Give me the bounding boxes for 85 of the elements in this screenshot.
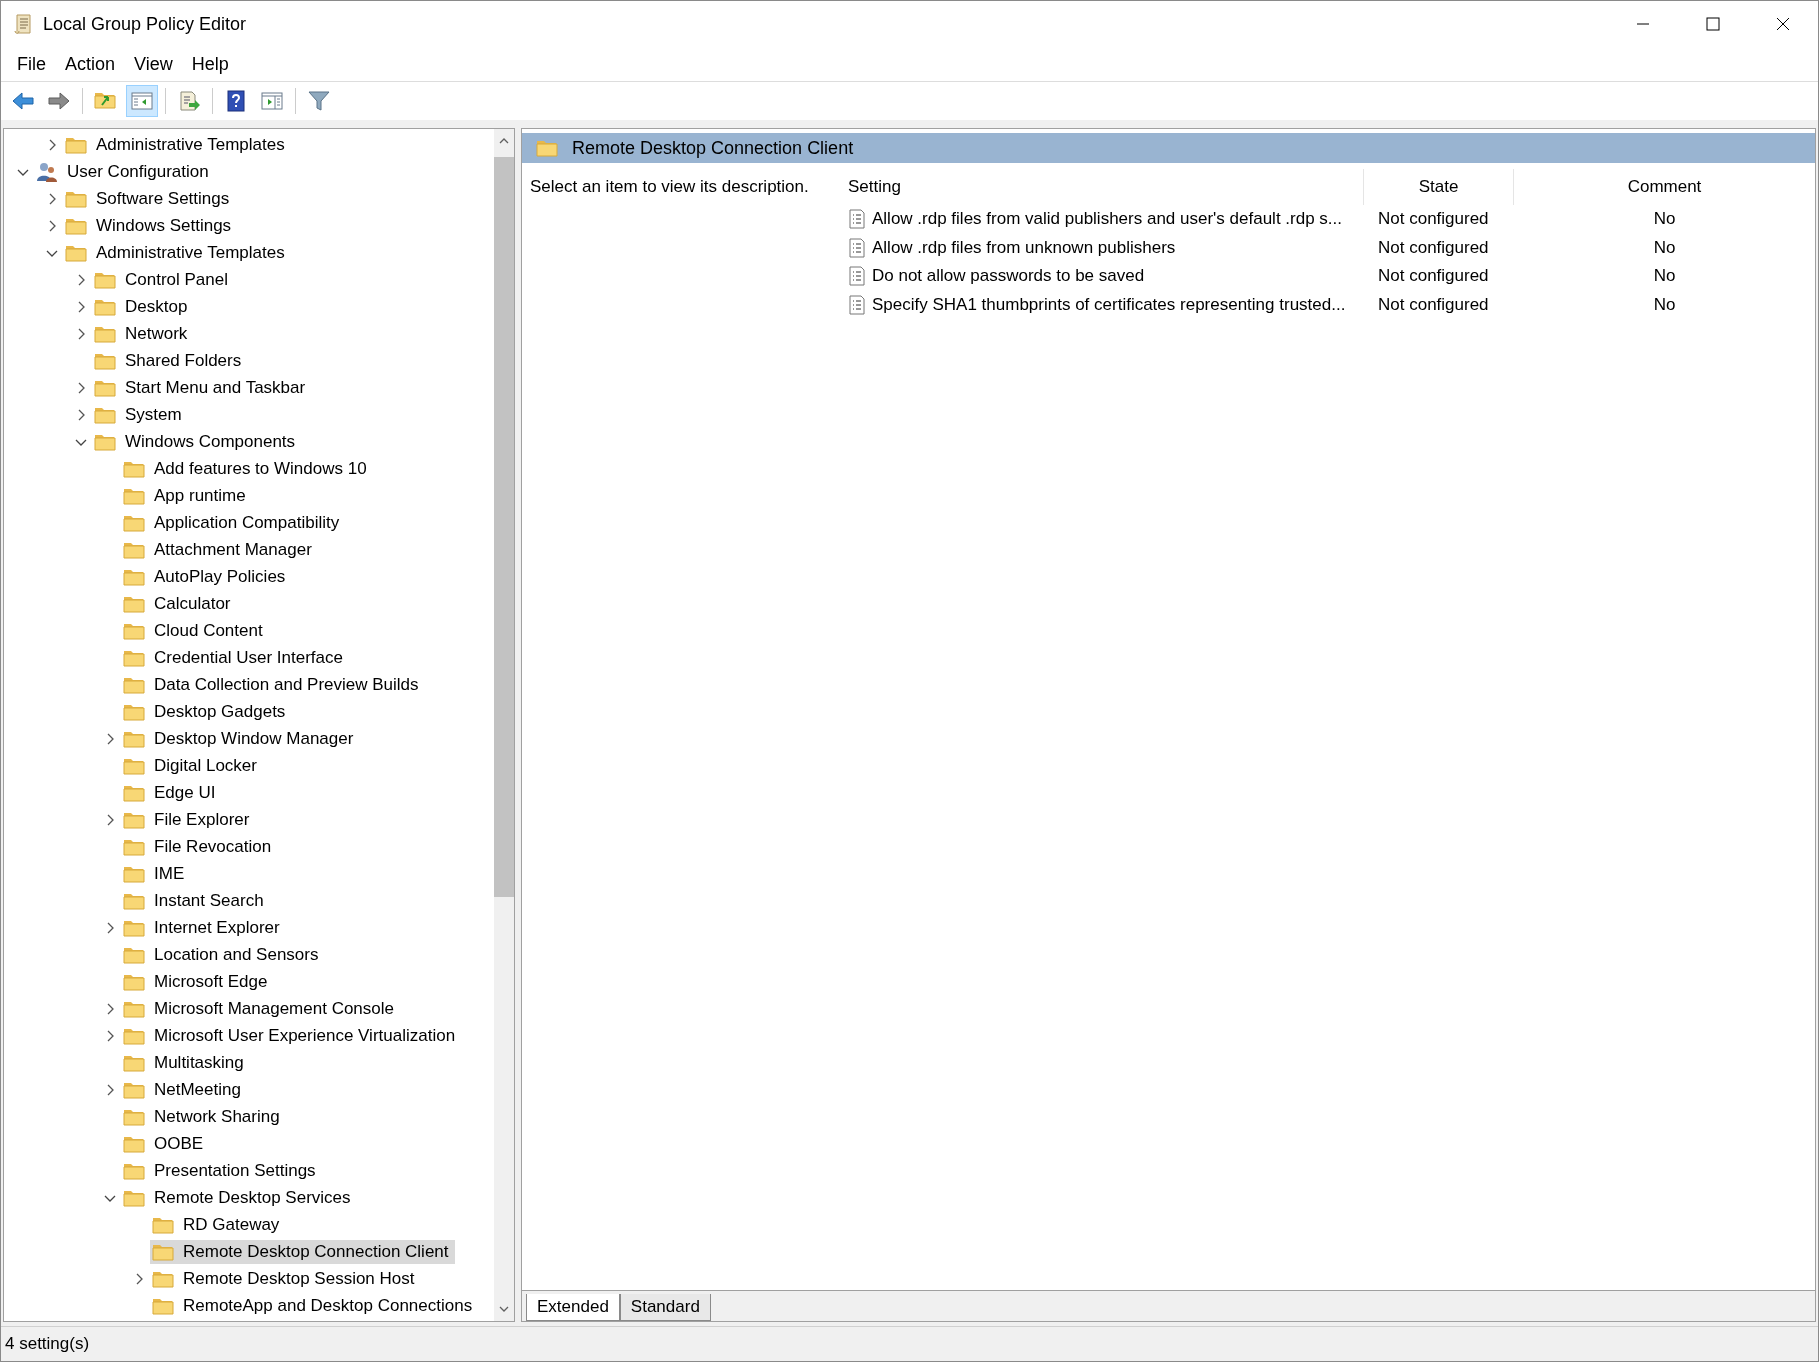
menu-item[interactable]: File — [9, 49, 55, 79]
tree-item[interactable]: Administrative Templates — [63, 132, 291, 157]
pane-list-icon — [130, 89, 154, 113]
tree-item[interactable]: Microsoft User Experience Virtualization — [121, 1023, 462, 1048]
tree-item[interactable]: System — [92, 402, 188, 427]
tree-item[interactable]: Desktop Window Manager — [121, 726, 360, 751]
tree-item[interactable]: Instant Search — [121, 888, 270, 913]
tree-item[interactable]: Data Collection and Preview Builds — [121, 672, 425, 697]
window-title: Local Group Policy Editor — [43, 13, 247, 35]
table-cell-text: No — [1652, 266, 1677, 287]
column-header[interactable]: State — [1364, 169, 1514, 205]
back-arrow-icon — [11, 89, 35, 113]
tree-item[interactable]: File Revocation — [121, 834, 278, 859]
help-icon — [224, 89, 248, 113]
users-icon — [36, 160, 58, 183]
tree-item[interactable]: Windows Components — [92, 429, 302, 454]
tree-item[interactable]: App runtime — [121, 483, 252, 508]
tree-item[interactable]: Edge UI — [121, 780, 222, 805]
tree-item[interactable]: Microsoft Management Console — [121, 996, 400, 1021]
tree-item[interactable]: Internet Explorer — [121, 915, 286, 940]
tree-item[interactable]: Network Sharing — [121, 1104, 286, 1129]
description-text: Select an item to view its description. — [529, 176, 810, 198]
tree-item[interactable]: Administrative Templates — [63, 240, 291, 265]
tree-item[interactable]: Cloud Content — [121, 618, 269, 643]
list-export-icon — [177, 89, 201, 113]
tree-item[interactable]: OOBE — [121, 1131, 210, 1156]
tree-item[interactable]: Windows Settings — [63, 213, 238, 238]
close-icon — [1776, 17, 1790, 31]
tree-item[interactable]: Add features to Windows 10 — [121, 456, 373, 481]
scroll-thumb[interactable] — [494, 157, 514, 897]
tree-item[interactable]: Network — [92, 321, 194, 346]
setting-icon — [848, 294, 866, 315]
tree-item[interactable]: Microsoft Edge — [121, 969, 274, 994]
column-header[interactable]: Setting — [848, 169, 1364, 205]
setting-name[interactable]: Specify SHA1 thumbprints of certificates representing trusted... — [872, 294, 1346, 315]
tree-item[interactable]: Location and Sensors — [121, 942, 325, 967]
maximize-icon — [1706, 17, 1720, 31]
column-header[interactable]: Comment — [1514, 169, 1815, 205]
pane-title: Remote Desktop Connection Client — [572, 137, 854, 159]
tree-item[interactable]: File Explorer — [121, 807, 256, 832]
setting-icon — [848, 209, 866, 230]
menu-item[interactable]: Help — [183, 49, 238, 79]
setting-name[interactable]: Do not allow passwords to be saved — [872, 266, 1145, 287]
setting-name[interactable]: Allow .rdp files from unknown publishers — [872, 237, 1176, 258]
tree-item[interactable]: Presentation Settings — [121, 1158, 322, 1183]
tree-item[interactable]: Shared Folders — [92, 348, 248, 373]
tree-item[interactable]: User Configuration — [34, 159, 215, 184]
menu-item[interactable]: Action — [57, 49, 125, 79]
tree-item[interactable]: Multitasking — [121, 1050, 250, 1075]
tree-item[interactable]: Application Compatibility — [121, 510, 346, 535]
tree-item[interactable]: Calculator — [121, 591, 237, 616]
tree-item[interactable]: IME — [121, 861, 191, 886]
tree-item[interactable]: Credential User Interface — [121, 645, 349, 670]
setting-icon — [848, 266, 866, 287]
table-cell-text: Not configured — [1377, 209, 1490, 230]
table-cell-text: Not configured — [1377, 237, 1490, 258]
scrollbar[interactable] — [494, 129, 514, 1321]
table-cell-text: Not configured — [1377, 266, 1490, 287]
table-cell-text: No — [1652, 237, 1677, 258]
tree-item[interactable]: Digital Locker — [121, 753, 263, 778]
menu-item[interactable]: View — [126, 49, 182, 79]
table-cell-text: Not configured — [1377, 294, 1490, 315]
tree-item[interactable]: Desktop — [92, 294, 194, 319]
pane-panel-icon — [260, 89, 284, 113]
table-cell-text: No — [1652, 294, 1677, 315]
tree-item[interactable]: Control Panel — [92, 267, 234, 292]
tree-item[interactable]: Start Menu and Taskbar — [92, 375, 312, 400]
status-text: 4 setting(s) — [5, 1334, 90, 1354]
filter-icon — [307, 89, 331, 113]
tree-item[interactable]: Remote Desktop Connection Client — [150, 1239, 455, 1264]
setting-name[interactable]: Allow .rdp files from valid publishers and user's default .rdp s... — [872, 209, 1342, 230]
tree-item[interactable]: RD Gateway — [150, 1212, 286, 1237]
tree-item[interactable]: Remote Desktop Session Host — [150, 1266, 421, 1291]
tree-item[interactable]: RemoteApp and Desktop Connections — [150, 1293, 479, 1318]
forward-arrow-icon — [47, 89, 71, 113]
table-cell-text: No — [1652, 209, 1677, 230]
tree-item[interactable]: Attachment Manager — [121, 537, 318, 562]
tree-item[interactable]: AutoPlay Policies — [121, 564, 292, 589]
tab[interactable]: Extended — [526, 1294, 620, 1321]
tab[interactable]: Standard — [619, 1294, 711, 1321]
tree-item[interactable]: NetMeeting — [121, 1077, 247, 1102]
setting-icon — [848, 237, 866, 258]
tree-item[interactable]: Remote Desktop Services — [121, 1185, 357, 1210]
tree-item[interactable]: Software Settings — [63, 186, 236, 211]
tree-item[interactable]: Desktop Gadgets — [121, 699, 292, 724]
